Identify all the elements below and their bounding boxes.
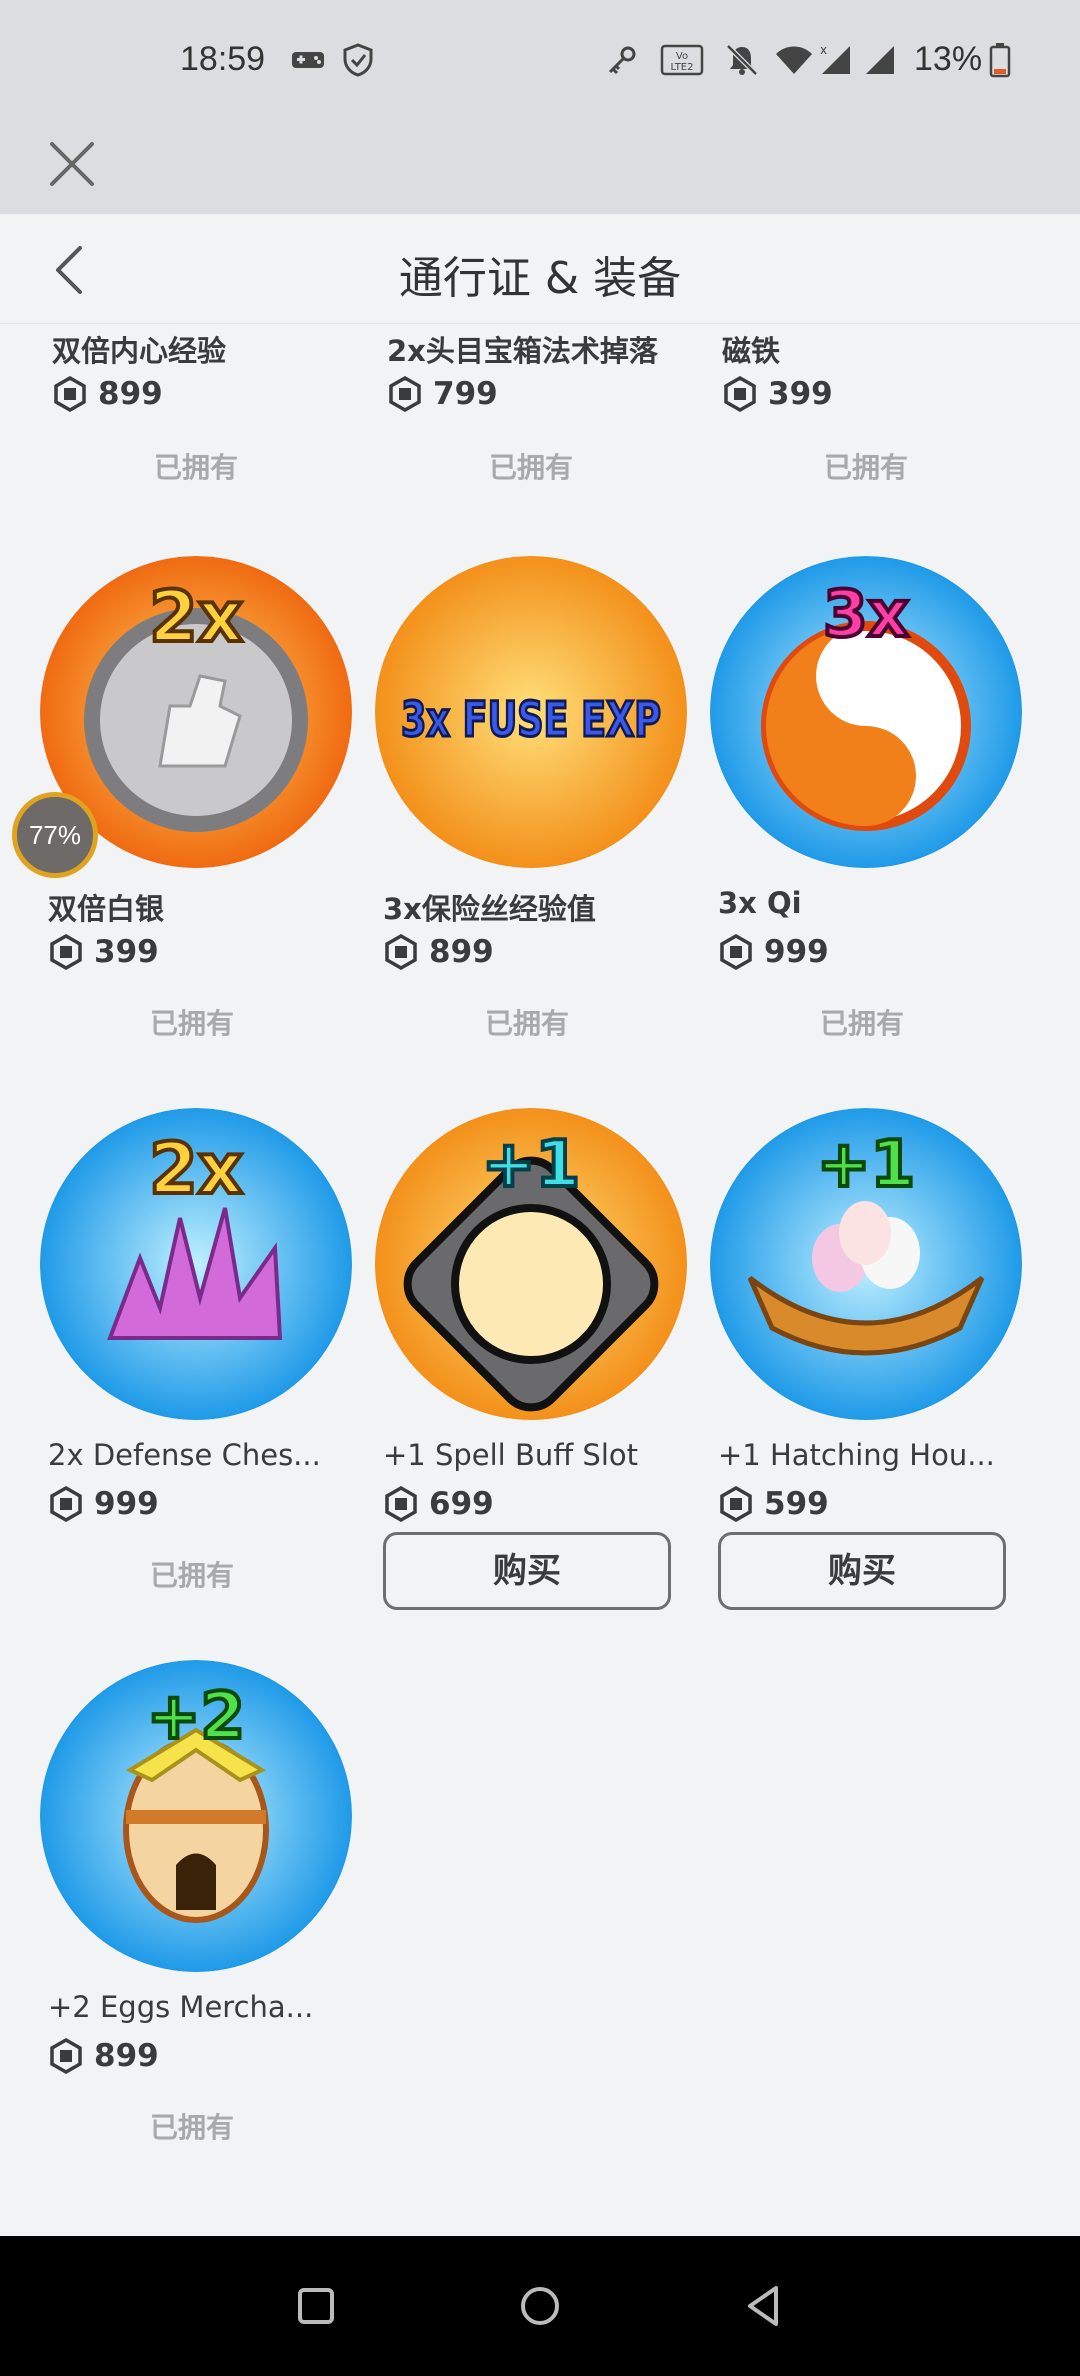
pass-card[interactable]: 2x头目宝箱法术掉落 799 已拥有	[375, 324, 705, 494]
multiplier-badge-text: +2	[147, 1680, 245, 1754]
multiplier-badge-text: 2x	[149, 1128, 243, 1210]
robux-icon	[389, 376, 421, 412]
pass-card[interactable]: 3x 3x Qi 999 已拥有	[706, 556, 1036, 1056]
pass-card[interactable]: 2x 2x Defense Ches... 999 已拥有	[36, 1108, 366, 1608]
pass-name: 磁铁	[722, 334, 781, 368]
pass-price: 599	[764, 1486, 829, 1522]
page-title: 通行证 & 装备	[398, 253, 682, 304]
pass-name: +2 Eggs Mercha...	[48, 1990, 314, 2024]
price-row: 399	[48, 932, 159, 972]
owned-label: 已拥有	[153, 451, 238, 484]
pass-price: 899	[94, 2038, 159, 2074]
pass-card[interactable]: +2 +2 Eggs Mercha... 899 已拥有	[36, 1660, 366, 2160]
close-icon[interactable]	[44, 136, 100, 192]
system-nav-bar	[0, 2236, 1080, 2376]
price-row: 399	[722, 374, 833, 414]
volte-icon: VoLTE2	[660, 44, 704, 76]
close-bar	[0, 124, 1080, 214]
robux-icon	[50, 2038, 82, 2074]
price-row: 599	[718, 1484, 829, 1524]
price-row: 999	[48, 1484, 159, 1524]
svg-text:Vo: Vo	[676, 51, 688, 62]
pass-card[interactable]: +1 +1 Spell Buff Slot 699 购买	[371, 1108, 701, 1610]
shield-check-icon	[343, 43, 373, 77]
pass-card[interactable]: +1 +1 Hatching Hou... 599 购买	[706, 1108, 1036, 1610]
pass-name: 2x Defense Ches...	[48, 1438, 321, 1472]
owned-label: 已拥有	[149, 1559, 234, 1592]
robux-icon	[720, 934, 752, 970]
home-icon[interactable]	[516, 2282, 564, 2330]
robux-icon	[50, 934, 82, 970]
multiplier-badge-text: 2x	[149, 576, 243, 658]
defense-chest-thumbnail: 2x	[40, 1108, 352, 1420]
battery-percent: 13%	[914, 40, 983, 78]
buy-button[interactable]: 购买	[718, 1532, 1006, 1610]
owned-label: 已拥有	[149, 1007, 234, 1040]
pass-card[interactable]: 3x FUSE EXP 3x保险丝经验值 899 已拥有	[371, 556, 701, 1056]
pass-price: 999	[764, 934, 829, 970]
multiplier-badge-text: 3x	[823, 578, 909, 652]
owned-label: 已拥有	[819, 1007, 904, 1040]
pass-name: 双倍白银	[48, 892, 165, 926]
robux-icon	[385, 934, 417, 970]
pass-name: 3x保险丝经验值	[383, 892, 596, 926]
pass-name: 2x头目宝箱法术掉落	[387, 334, 658, 368]
battery-low-icon	[989, 43, 1011, 78]
pass-price: 699	[429, 1486, 494, 1522]
svg-text:x: x	[820, 43, 827, 57]
price-row: 899	[48, 2036, 159, 2076]
gamepad-icon	[292, 52, 324, 68]
price-row: 999	[718, 932, 829, 972]
pass-price: 899	[98, 376, 163, 412]
fuse-exp-thumbnail: 3x FUSE EXP	[375, 556, 687, 868]
buy-button[interactable]: 购买	[383, 1532, 671, 1610]
key-icon	[608, 46, 636, 75]
price-row: 699	[383, 1484, 494, 1524]
spell-buff-slot-thumbnail: +1	[375, 1108, 687, 1420]
robux-icon	[50, 1486, 82, 1522]
pass-card[interactable]: 双倍内心经验 899 已拥有	[40, 324, 370, 494]
hatching-house-thumbnail: +1	[710, 1108, 1022, 1420]
eggs-merchant-thumbnail: +2	[40, 1660, 352, 1972]
svg-text:LTE2: LTE2	[671, 62, 694, 73]
pass-name: +1 Spell Buff Slot	[383, 1438, 639, 1472]
owned-label: 已拥有	[484, 1007, 569, 1040]
triple-qi-thumbnail: 3x	[710, 556, 1022, 868]
owned-label: 已拥有	[488, 451, 573, 484]
owned-label: 已拥有	[823, 451, 908, 484]
wifi-icon	[776, 46, 812, 74]
signal-icon	[866, 46, 894, 74]
multiplier-badge-text: 3x FUSE EXP	[401, 692, 661, 748]
multiplier-badge-text: +1	[817, 1128, 915, 1202]
signal-icon: x	[820, 43, 850, 74]
pass-price: 899	[429, 934, 494, 970]
price-row: 899	[52, 374, 163, 414]
price-row: 899	[383, 932, 494, 972]
multiplier-badge-text: +1	[482, 1128, 580, 1202]
back-icon[interactable]	[740, 2282, 788, 2330]
price-row: 799	[387, 374, 498, 414]
pass-card[interactable]: 磁铁 399 已拥有	[710, 324, 1040, 494]
recent-apps-icon[interactable]	[292, 2282, 340, 2330]
pass-price: 799	[433, 376, 498, 412]
owned-label: 已拥有	[149, 2111, 234, 2144]
robux-icon	[720, 1486, 752, 1522]
pass-name: 双倍内心经验	[52, 334, 227, 368]
pass-name: 3x Qi	[718, 886, 802, 920]
pass-name: +1 Hatching Hou...	[718, 1438, 995, 1472]
robux-icon	[54, 376, 86, 412]
status-bar: 18:59 Vo LTE2 x 13%	[0, 0, 1080, 124]
pass-price: 399	[768, 376, 833, 412]
robux-icon	[724, 376, 756, 412]
pass-price: 399	[94, 934, 159, 970]
pass-price: 999	[94, 1486, 159, 1522]
progress-overlay-badge[interactable]: 77%	[12, 792, 98, 878]
bell-off-icon	[726, 44, 758, 76]
status-time: 18:59	[180, 40, 266, 78]
page-header: 通行证 & 装备	[0, 214, 1080, 324]
robux-icon	[385, 1486, 417, 1522]
